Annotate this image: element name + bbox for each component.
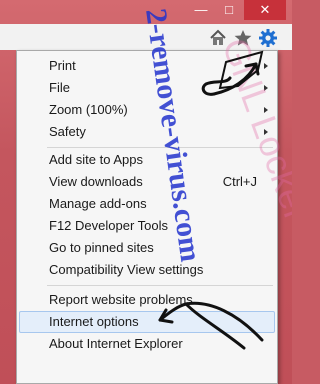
menu-item-compat-view[interactable]: Compatibility View settings	[17, 259, 277, 281]
menu-item-report-problems[interactable]: Report website problems	[17, 289, 277, 311]
menu-item-pinned-sites[interactable]: Go to pinned sites	[17, 237, 277, 259]
submenu-arrow-icon	[264, 63, 268, 69]
menu-item-label: Zoom (100%)	[49, 102, 128, 117]
submenu-arrow-icon	[264, 129, 268, 135]
window-controls: — □ ✕	[176, 0, 286, 22]
menu-item-label: Print	[49, 58, 76, 73]
star-icon[interactable]	[233, 28, 253, 48]
menu-item-internet-options[interactable]: Internet options	[17, 311, 277, 333]
close-button[interactable]: ✕	[244, 0, 286, 20]
menu-separator	[47, 285, 273, 286]
menu-item-label: Add site to Apps	[49, 152, 143, 167]
menu-item-label: Internet options	[49, 314, 139, 329]
menu-item-view-downloads[interactable]: View downloads Ctrl+J	[17, 171, 277, 193]
minimize-button[interactable]: —	[188, 0, 214, 20]
menu-item-file[interactable]: File	[17, 77, 277, 99]
maximize-button[interactable]: □	[216, 0, 242, 20]
tools-menu: Print File Zoom (100%) Safety Add site t…	[16, 50, 278, 384]
menu-item-label: Manage add-ons	[49, 196, 147, 211]
menu-item-label: Report website problems	[49, 292, 193, 307]
home-icon[interactable]	[208, 28, 228, 48]
menu-item-add-site-to-apps[interactable]: Add site to Apps	[17, 149, 277, 171]
menu-shortcut: Ctrl+J	[222, 174, 257, 189]
menu-item-print[interactable]: Print	[17, 55, 277, 77]
menu-item-zoom[interactable]: Zoom (100%)	[17, 99, 277, 121]
menu-separator	[47, 147, 273, 148]
menu-item-label: File	[49, 80, 70, 95]
menu-item-label: About Internet Explorer	[49, 336, 183, 351]
menu-item-label: F12 Developer Tools	[49, 218, 168, 233]
menu-item-safety[interactable]: Safety	[17, 121, 277, 143]
menu-item-dev-tools[interactable]: F12 Developer Tools	[17, 215, 277, 237]
menu-item-label: Safety	[49, 124, 86, 139]
submenu-arrow-icon	[264, 107, 268, 113]
submenu-arrow-icon	[264, 85, 268, 91]
menu-item-about-ie[interactable]: About Internet Explorer	[17, 333, 277, 355]
menu-item-label: View downloads	[49, 174, 143, 189]
menu-item-label: Go to pinned sites	[49, 240, 154, 255]
menu-item-manage-addons[interactable]: Manage add-ons	[17, 193, 277, 215]
gear-icon[interactable]	[258, 28, 278, 48]
menu-item-label: Compatibility View settings	[49, 262, 204, 277]
